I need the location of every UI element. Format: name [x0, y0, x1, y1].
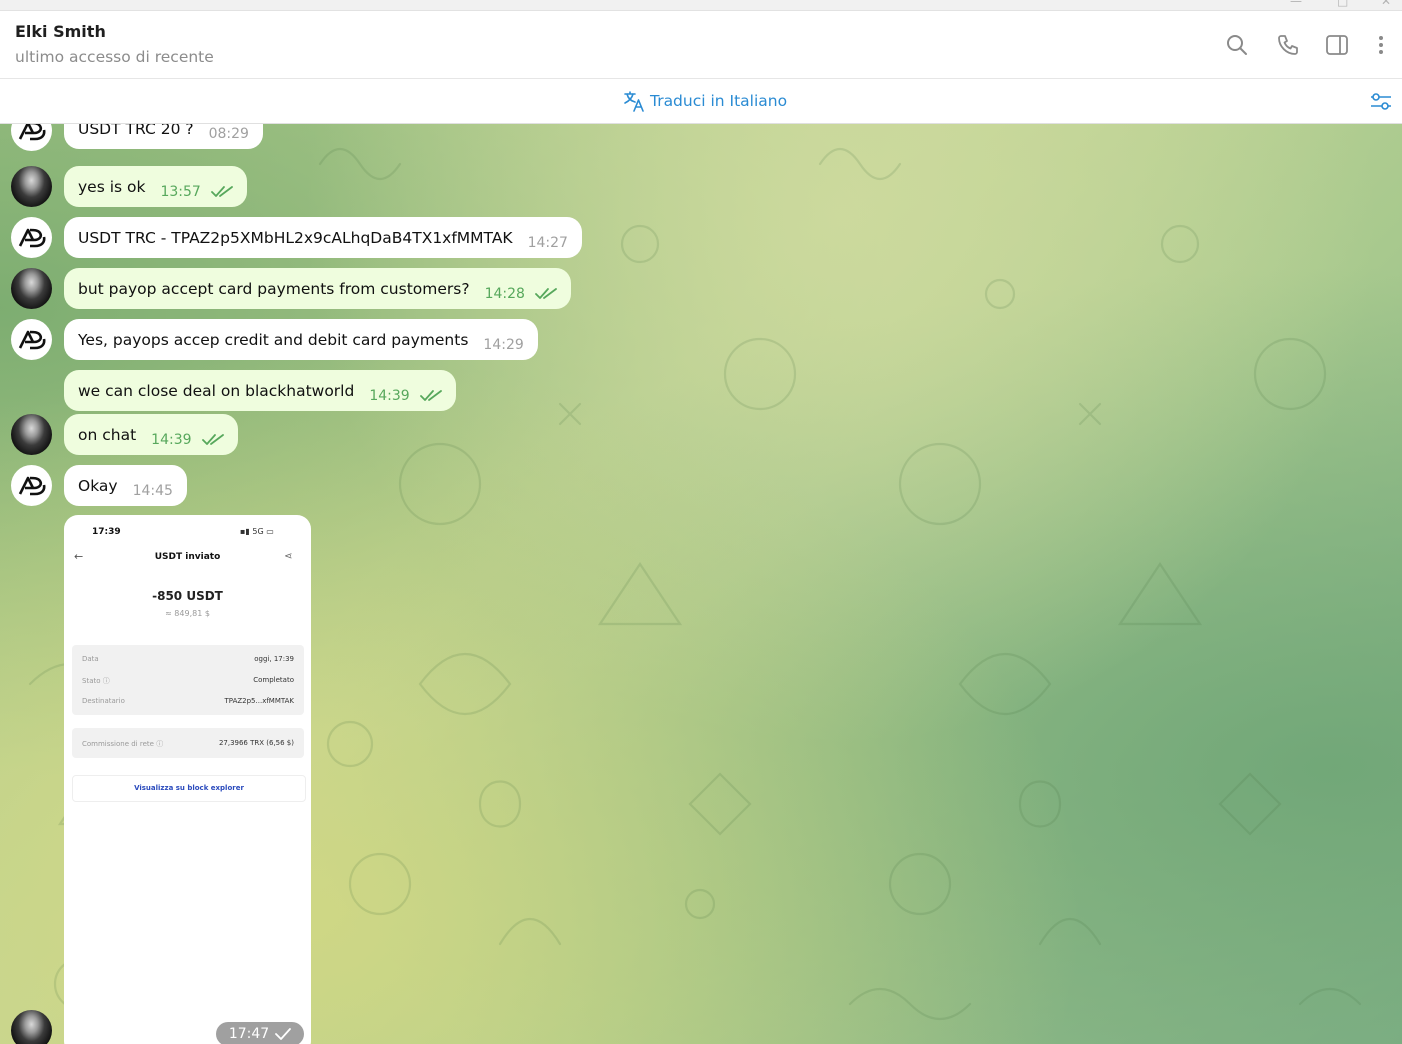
- message-text: USDT TRC 20 ?: [78, 124, 194, 138]
- photo-message[interactable]: 17:39 ▪▮ 5G ▭ ← USDT inviato ⋖ -850 USDT…: [64, 515, 311, 1044]
- chat-header[interactable]: Elki Smith ultimo accesso di recente: [0, 11, 1402, 79]
- avatar[interactable]: [11, 268, 52, 309]
- more-vertical-icon[interactable]: [1369, 33, 1393, 57]
- search-icon[interactable]: [1225, 33, 1249, 57]
- photo-fee-card: Commissione di rete ⓘ 27,3966 TRX (6,56 …: [72, 728, 304, 758]
- chat-status: ultimo accesso di recente: [15, 48, 214, 66]
- filter-settings-icon[interactable]: [1369, 89, 1393, 113]
- avatar[interactable]: [11, 1010, 52, 1044]
- translate-bar: Traduci in Italiano: [0, 79, 1402, 124]
- avatar[interactable]: [11, 166, 52, 207]
- detail-value: oggi, 17:39: [254, 655, 294, 663]
- chat-area[interactable]: USDT TRC 20 ? 08:29 yes is ok 13:57 USDT…: [0, 124, 1402, 1044]
- fee-value: 27,3966 TRX (6,56 $): [218, 739, 294, 747]
- detail-label: Data: [82, 655, 99, 663]
- avatar[interactable]: [11, 217, 52, 258]
- message-bubble[interactable]: Okay 14:45: [64, 465, 187, 506]
- photo-time-badge: 17:47: [216, 1022, 304, 1044]
- message-bubble[interactable]: but payop accept card payments from cust…: [64, 268, 571, 309]
- signal-icon: ▪▮: [240, 527, 250, 536]
- info-icon: ⓘ: [156, 740, 164, 748]
- double-check-icon: [201, 433, 224, 445]
- fee-label: Commissione di rete: [82, 740, 154, 748]
- message-time: 14:27: [527, 234, 568, 251]
- explorer-link: Visualizza su block explorer: [72, 775, 306, 802]
- network-label: 5G: [252, 527, 264, 536]
- double-check-icon: [535, 287, 557, 299]
- message-text: Yes, payops accep credit and debit card …: [78, 330, 469, 349]
- message-time: 14:39: [151, 431, 192, 448]
- message-bubble[interactable]: Yes, payops accep credit and debit card …: [64, 319, 538, 360]
- brand-logo-icon: [18, 476, 45, 495]
- photo-network: ▪▮ 5G ▭: [240, 527, 274, 536]
- message-text: yes is ok: [78, 177, 146, 196]
- chat-name[interactable]: Elki Smith: [15, 22, 106, 41]
- brand-logo-icon: [18, 124, 45, 140]
- phone-icon[interactable]: [1276, 33, 1300, 57]
- avatar[interactable]: [11, 414, 52, 455]
- detail-value: Completato: [253, 676, 294, 684]
- message-text: USDT TRC - TPAZ2p5XMbHL2x9cALhqDaB4TX1xf…: [78, 228, 513, 247]
- detail-label: Destinatario: [82, 697, 125, 705]
- message-text: Okay: [78, 476, 118, 495]
- brand-logo-icon: [18, 228, 45, 247]
- photo-amount: -850 USDT: [152, 589, 223, 603]
- translate-label: Traduci in Italiano: [650, 92, 788, 110]
- detail-label: Stato: [82, 677, 101, 685]
- message-bubble[interactable]: USDT TRC 20 ? 08:29: [64, 124, 263, 149]
- message-bubble[interactable]: yes is ok 13:57: [64, 166, 247, 207]
- photo-detail-row: Stato ⓘ Completato: [82, 676, 294, 686]
- message-text: but payop accept card payments from cust…: [78, 279, 470, 298]
- message-time: 14:28: [484, 285, 525, 302]
- message-text: on chat: [78, 425, 137, 444]
- message-bubble[interactable]: we can close deal on blackhatworld 14:39: [64, 370, 456, 411]
- message-time: 17:47: [228, 1026, 270, 1042]
- close-icon[interactable]: ✕: [1381, 0, 1391, 8]
- message-bubble[interactable]: on chat 14:39: [64, 414, 238, 455]
- detail-value: TPAZ2p5...xfMMTAK: [224, 697, 294, 705]
- message-time: 08:29: [208, 125, 249, 142]
- battery-icon: ▭: [266, 527, 274, 536]
- photo-details-card: Data oggi, 17:39 Stato ⓘ Completato Dest…: [72, 645, 304, 715]
- translate-button[interactable]: Traduci in Italiano: [622, 89, 787, 113]
- brand-logo-icon: [18, 330, 45, 349]
- double-check-icon: [210, 185, 233, 197]
- photo-status-time: 17:39: [92, 527, 121, 537]
- photo-fiat: ≈ 849,81 $: [165, 609, 210, 618]
- maximize-icon[interactable]: □: [1337, 0, 1348, 8]
- avatar[interactable]: [11, 319, 52, 360]
- share-icon: ⋖: [284, 551, 293, 562]
- message-text: we can close deal on blackhatworld: [78, 381, 355, 400]
- info-icon: ⓘ: [102, 677, 110, 685]
- translate-icon: [624, 91, 644, 112]
- double-check-icon: [419, 389, 442, 401]
- message-bubble[interactable]: USDT TRC - TPAZ2p5XMbHL2x9cALhqDaB4TX1xf…: [64, 217, 582, 258]
- message-time: 13:57: [160, 183, 201, 200]
- minimize-icon[interactable]: —: [1290, 0, 1302, 8]
- photo-detail-row: Destinatario TPAZ2p5...xfMMTAK: [82, 697, 294, 705]
- photo-detail-row: Data oggi, 17:39: [82, 655, 294, 663]
- message-time: 14:39: [369, 387, 410, 404]
- avatar[interactable]: [11, 465, 52, 506]
- window-titlebar: — □ ✕: [0, 0, 1402, 11]
- photo-title: USDT inviato: [154, 552, 221, 562]
- photo-fee-row: Commissione di rete ⓘ 27,3966 TRX (6,56 …: [82, 739, 294, 749]
- message-time: 14:29: [483, 336, 524, 353]
- sidebar-toggle-icon[interactable]: [1325, 33, 1349, 57]
- check-icon: [275, 1028, 292, 1040]
- message-time: 14:45: [132, 482, 173, 499]
